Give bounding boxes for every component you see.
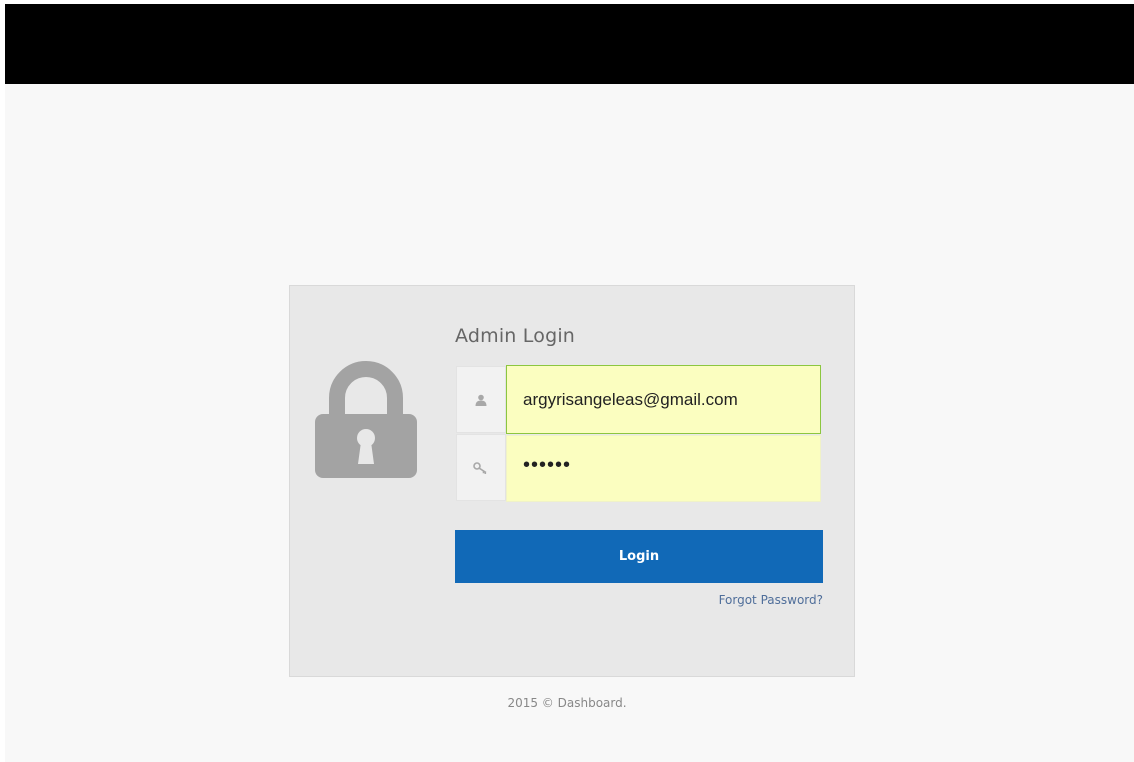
email-field[interactable]: argyrisangeleas@gmail.com — [506, 365, 821, 434]
footer-copyright: 2015 © Dashboard. — [507, 696, 627, 710]
login-title: Admin Login — [455, 325, 576, 347]
password-field[interactable]: •••••• — [506, 435, 821, 502]
forgot-password-link[interactable]: Forgot Password? — [719, 593, 823, 607]
password-addon — [456, 434, 506, 501]
key-icon — [473, 461, 487, 474]
padlock-icon — [315, 361, 417, 478]
login-button[interactable]: Login — [455, 530, 823, 583]
user-icon — [475, 394, 487, 406]
top-bar — [5, 4, 1134, 84]
email-addon — [456, 366, 506, 433]
